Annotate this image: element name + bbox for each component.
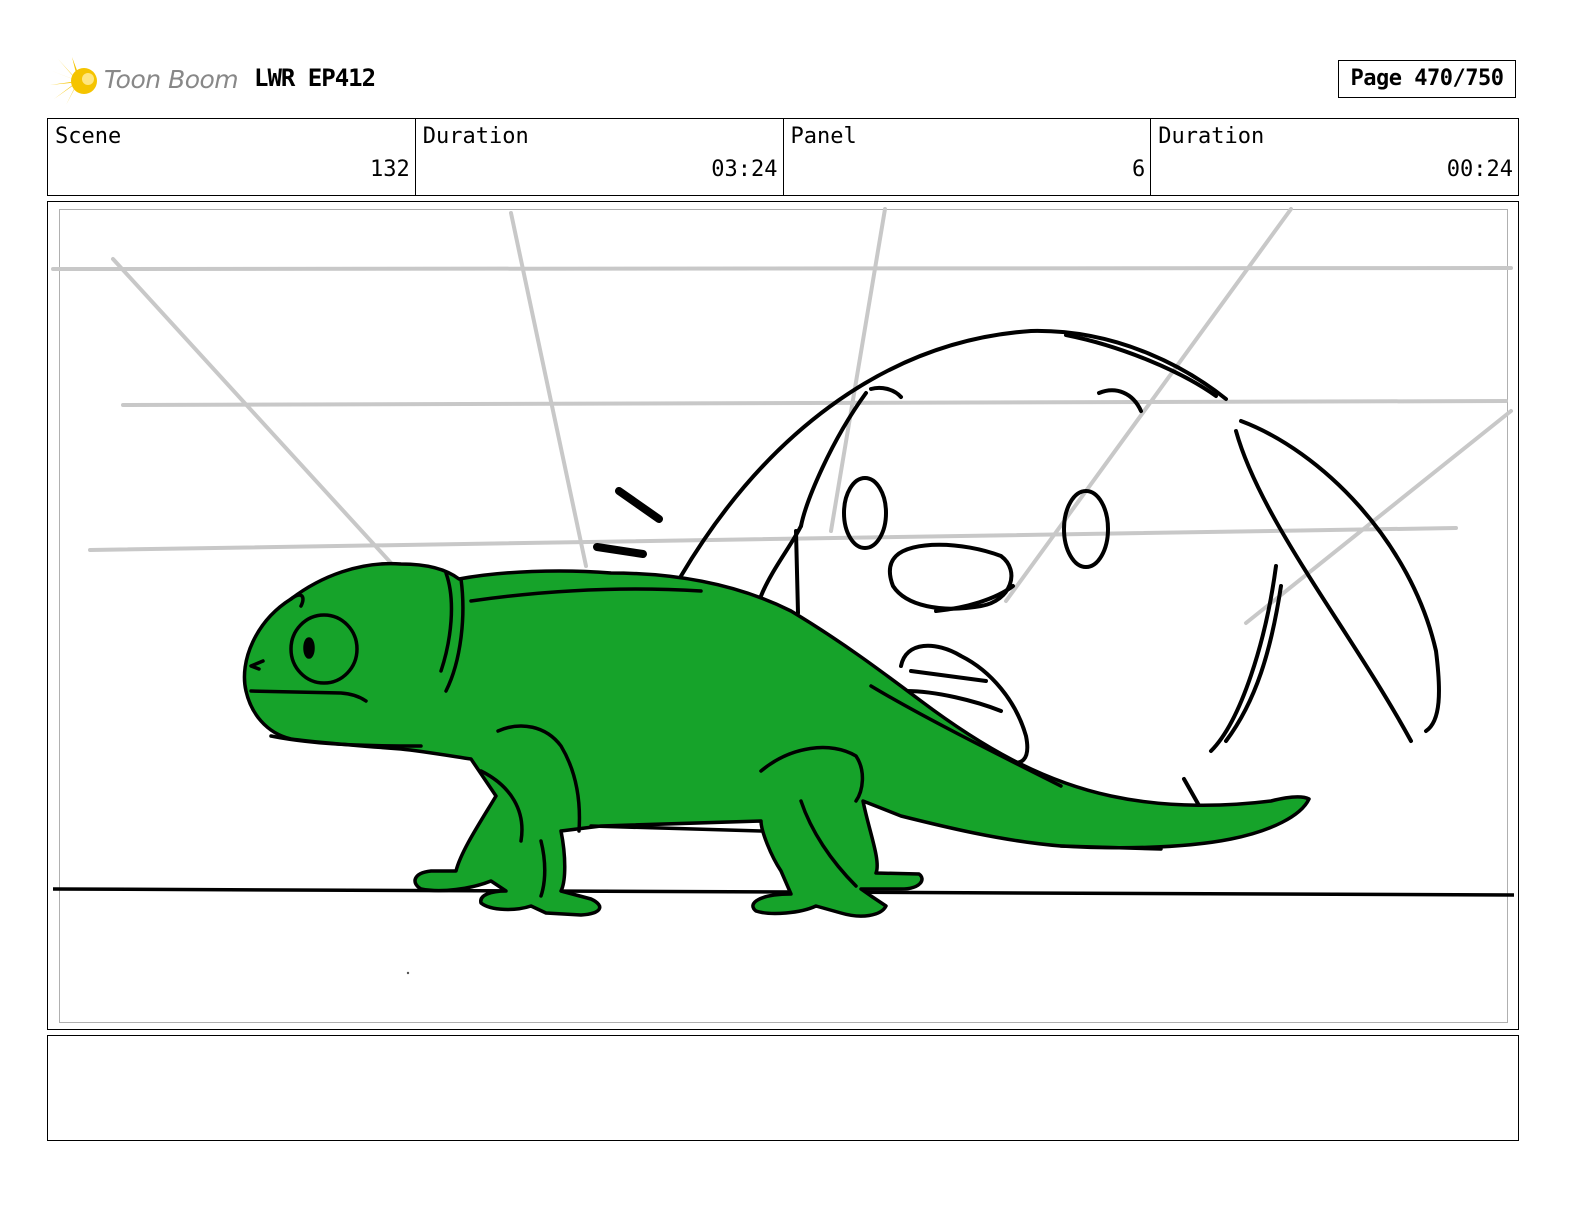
- storyboard-panel: [47, 201, 1519, 1030]
- document-title: LWR EP412: [254, 64, 376, 92]
- logo-text: Toon Boom: [104, 65, 239, 94]
- stray-dot: [406, 971, 410, 975]
- panel-info-table: Scene 132 Duration 03:24 Panel 6 Duratio…: [47, 118, 1519, 196]
- scene-label: Scene: [55, 124, 122, 149]
- panel-duration-label: Duration: [1158, 124, 1265, 149]
- panel-duration-cell: Duration 00:24: [1151, 119, 1518, 195]
- panel-label: Panel: [790, 124, 857, 149]
- panel-value: 6: [1132, 157, 1146, 182]
- toon-boom-logo: Toon Boom: [50, 55, 240, 107]
- scene-duration-value: 03:24: [711, 157, 778, 182]
- page-number: Page 470/750: [1338, 60, 1516, 98]
- panel-notes-box: [47, 1035, 1519, 1141]
- panel-cell: Panel 6: [784, 119, 1152, 195]
- scene-duration-cell: Duration 03:24: [416, 119, 784, 195]
- chameleon: [242, 561, 1311, 918]
- panel-drawing: [51, 207, 1515, 975]
- scene-cell: Scene 132: [48, 119, 416, 195]
- scene-duration-label: Duration: [422, 124, 529, 149]
- scene-value: 132: [370, 157, 410, 182]
- panel-duration-value: 00:24: [1446, 157, 1513, 182]
- starburst-icon: [50, 57, 97, 105]
